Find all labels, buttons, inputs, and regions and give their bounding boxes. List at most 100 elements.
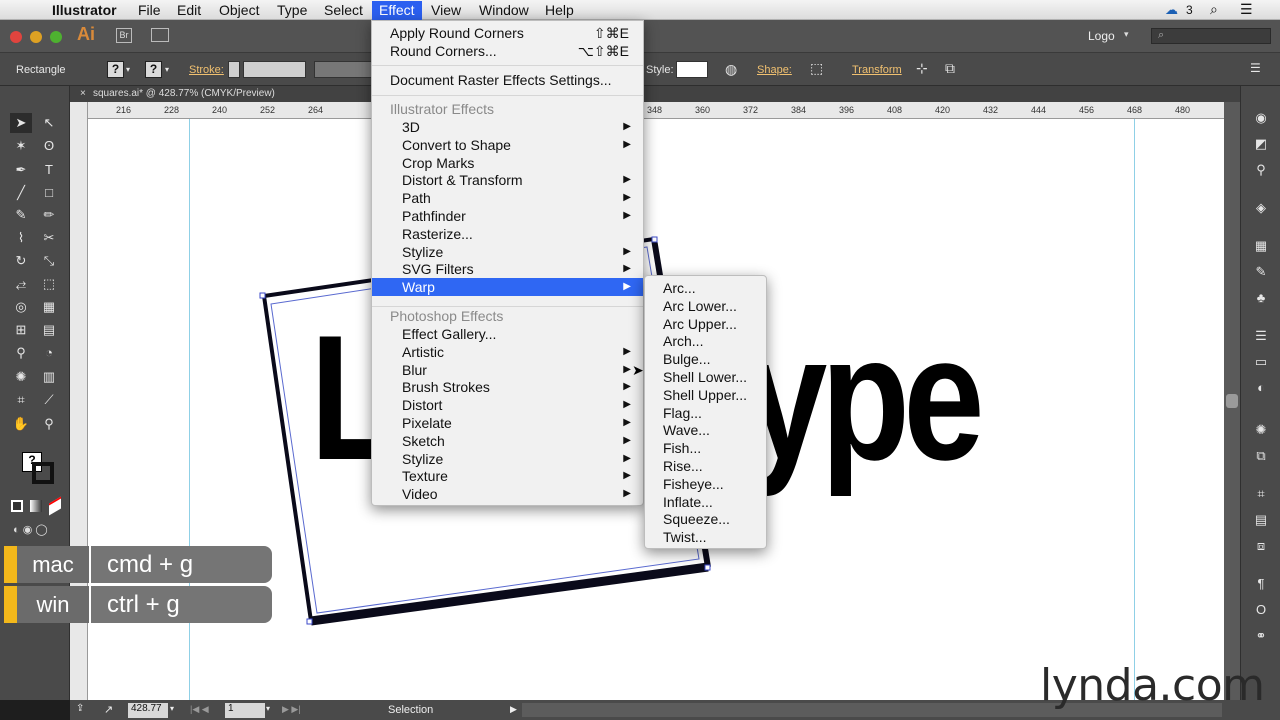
warp-option-item[interactable]: Arc Lower...: [645, 297, 766, 315]
variable-width-select[interactable]: [314, 61, 374, 78]
illustrator-effect-item[interactable]: Stylize ▶: [372, 243, 643, 261]
share-icon[interactable]: ⇪: [76, 703, 84, 714]
align-icon[interactable]: ⊹: [916, 60, 928, 77]
lasso-tool-icon[interactable]: ʘ: [38, 136, 60, 156]
photoshop-effect-item[interactable]: Blur ▶: [372, 361, 643, 379]
scissors-tool-icon[interactable]: ✂: [38, 228, 60, 248]
recolor-artwork-icon[interactable]: ◍: [725, 61, 737, 78]
app-name-menu[interactable]: Illustrator: [45, 1, 124, 20]
isolate-group-icon[interactable]: ⧉: [945, 60, 955, 77]
vertical-scrollbar[interactable]: [1224, 102, 1240, 700]
illustrator-effect-item[interactable]: Convert to Shape ▶: [372, 136, 643, 154]
close-icon[interactable]: ×: [80, 88, 86, 99]
reference-point-icon[interactable]: ⬚: [810, 60, 823, 77]
illustrator-effect-item[interactable]: SVG Filters ▶: [372, 260, 643, 278]
menu-type[interactable]: Type: [270, 1, 314, 20]
opentype-icon[interactable]: O: [1250, 600, 1272, 620]
next-artboard-icon[interactable]: ▶ ▶|: [282, 704, 301, 715]
photoshop-effect-item[interactable]: Pixelate ▶: [372, 414, 643, 432]
illustrator-effect-item[interactable]: 3D ▶: [372, 118, 643, 136]
status-menu-arrow-icon[interactable]: ▶: [510, 704, 517, 715]
artboard-number-field[interactable]: 1: [225, 703, 265, 718]
width-tool-icon[interactable]: ⥄: [10, 274, 32, 294]
warp-option-item[interactable]: Shell Upper...: [645, 386, 766, 404]
warp-option-item[interactable]: Arc...: [645, 279, 766, 297]
mesh-tool-icon[interactable]: ⊞: [10, 320, 32, 340]
stroke-weight-select[interactable]: [243, 61, 306, 78]
minimize-window-button[interactable]: [30, 31, 42, 43]
menu-file[interactable]: File: [131, 1, 168, 20]
hand-tool-icon[interactable]: ✋: [10, 414, 32, 434]
photoshop-effect-item[interactable]: Video ▶: [372, 485, 643, 503]
color-guide-icon[interactable]: ◩: [1250, 134, 1272, 154]
menu-view[interactable]: View: [424, 1, 468, 20]
illustrator-effect-item[interactable]: Path ▶: [372, 189, 643, 207]
chevron-down-icon[interactable]: ▾: [170, 704, 174, 713]
illustrator-effect-item[interactable]: Pathfinder ▶: [372, 207, 643, 225]
pathfinder-panel-icon[interactable]: ⧈: [1250, 536, 1272, 556]
blob-brush-tool-icon[interactable]: ⌇: [10, 228, 32, 248]
brushes-icon[interactable]: ✎: [1250, 262, 1272, 282]
raster-settings-item[interactable]: Document Raster Effects Settings...: [372, 71, 643, 89]
pencil-tool-icon[interactable]: ✏: [38, 205, 60, 225]
transparency-icon[interactable]: ◐: [1250, 378, 1272, 398]
illustrator-effect-item[interactable]: Crop Marks: [372, 154, 643, 172]
warp-option-item[interactable]: Wave...: [645, 421, 766, 439]
direct-selection-tool-icon[interactable]: ↖: [38, 113, 60, 133]
slice-tool-icon[interactable]: ⟋: [38, 390, 60, 410]
paintbrush-tool-icon[interactable]: ✎: [10, 205, 32, 225]
magic-wand-tool-icon[interactable]: ✶: [10, 136, 32, 156]
workspace-switcher[interactable]: Logo: [1088, 29, 1115, 43]
color-mode-icon[interactable]: [11, 500, 23, 512]
symbols-icon[interactable]: ♣: [1250, 288, 1272, 308]
selection-tool-icon[interactable]: ➤: [10, 113, 32, 133]
drawing-mode-icon[interactable]: ◐ ◉ ◯: [13, 523, 48, 536]
warp-option-item[interactable]: Fish...: [645, 439, 766, 457]
notification-list-icon[interactable]: ☰: [1240, 1, 1253, 18]
panel-menu-icon[interactable]: ☰: [1250, 61, 1261, 75]
photoshop-effect-item[interactable]: Brush Strokes ▶: [372, 378, 643, 396]
warp-option-item[interactable]: Arch...: [645, 332, 766, 350]
warp-option-item[interactable]: Flag...: [645, 404, 766, 422]
warp-option-item[interactable]: Squeeze...: [645, 510, 766, 528]
appearance-icon[interactable]: ⚲: [1250, 160, 1272, 180]
warp-option-item[interactable]: Fisheye...: [645, 475, 766, 493]
perspective-grid-tool-icon[interactable]: ▦: [38, 297, 60, 317]
eyedropper-tool-icon[interactable]: ⚲: [10, 343, 32, 363]
align-panel-icon[interactable]: ▤: [1250, 510, 1272, 530]
layers-icon[interactable]: ◈: [1250, 198, 1272, 218]
stroke-panel-link[interactable]: Stroke:: [189, 64, 224, 76]
illustrator-effect-item[interactable]: Warp ▶: [372, 278, 643, 297]
graphic-styles-icon[interactable]: ✺: [1250, 420, 1272, 440]
stroke-swatch[interactable]: ?: [145, 61, 162, 78]
shape-panel-link[interactable]: Shape:: [757, 64, 792, 76]
menu-object[interactable]: Object: [212, 1, 266, 20]
pen-tool-icon[interactable]: ✒: [10, 160, 32, 180]
color-panel-icon[interactable]: ◉: [1250, 108, 1272, 128]
first-artboard-icon[interactable]: |◀ ◀: [190, 704, 209, 715]
none-mode-icon[interactable]: [49, 496, 61, 516]
transform-panel-link[interactable]: Transform: [852, 64, 902, 76]
photoshop-effect-item[interactable]: Distort ▶: [372, 396, 643, 414]
chevron-down-icon[interactable]: ▾: [165, 65, 169, 74]
menu-select[interactable]: Select: [317, 1, 370, 20]
scale-tool-icon[interactable]: ⤡: [38, 251, 60, 271]
help-search-input[interactable]: ⌕: [1151, 28, 1271, 44]
photoshop-effect-item[interactable]: Sketch ▶: [372, 432, 643, 450]
menu-effect[interactable]: Effect: [372, 1, 422, 20]
symbol-sprayer-tool-icon[interactable]: ✺: [10, 367, 32, 387]
apply-last-effect-item[interactable]: Apply Round Corners ⇧⌘E: [372, 24, 643, 42]
photoshop-effect-item[interactable]: Artistic ▶: [372, 343, 643, 361]
warp-option-item[interactable]: Bulge...: [645, 350, 766, 368]
photoshop-effect-item[interactable]: Effect Gallery...: [372, 325, 643, 343]
menu-help[interactable]: Help: [538, 1, 581, 20]
last-effect-item[interactable]: Round Corners... ⌥⇧⌘E: [372, 42, 643, 60]
creative-cloud-icon[interactable]: ☁: [1165, 2, 1178, 18]
warp-option-item[interactable]: Twist...: [645, 528, 766, 546]
artboards-panel-icon[interactable]: ⧉: [1250, 446, 1272, 466]
warp-option-item[interactable]: Shell Lower...: [645, 368, 766, 386]
stroke-weight-stepper[interactable]: [228, 61, 240, 78]
shape-builder-tool-icon[interactable]: ◎: [10, 297, 32, 317]
photoshop-effect-item[interactable]: Stylize ▶: [372, 450, 643, 468]
rectangle-tool-icon[interactable]: □: [38, 183, 60, 203]
